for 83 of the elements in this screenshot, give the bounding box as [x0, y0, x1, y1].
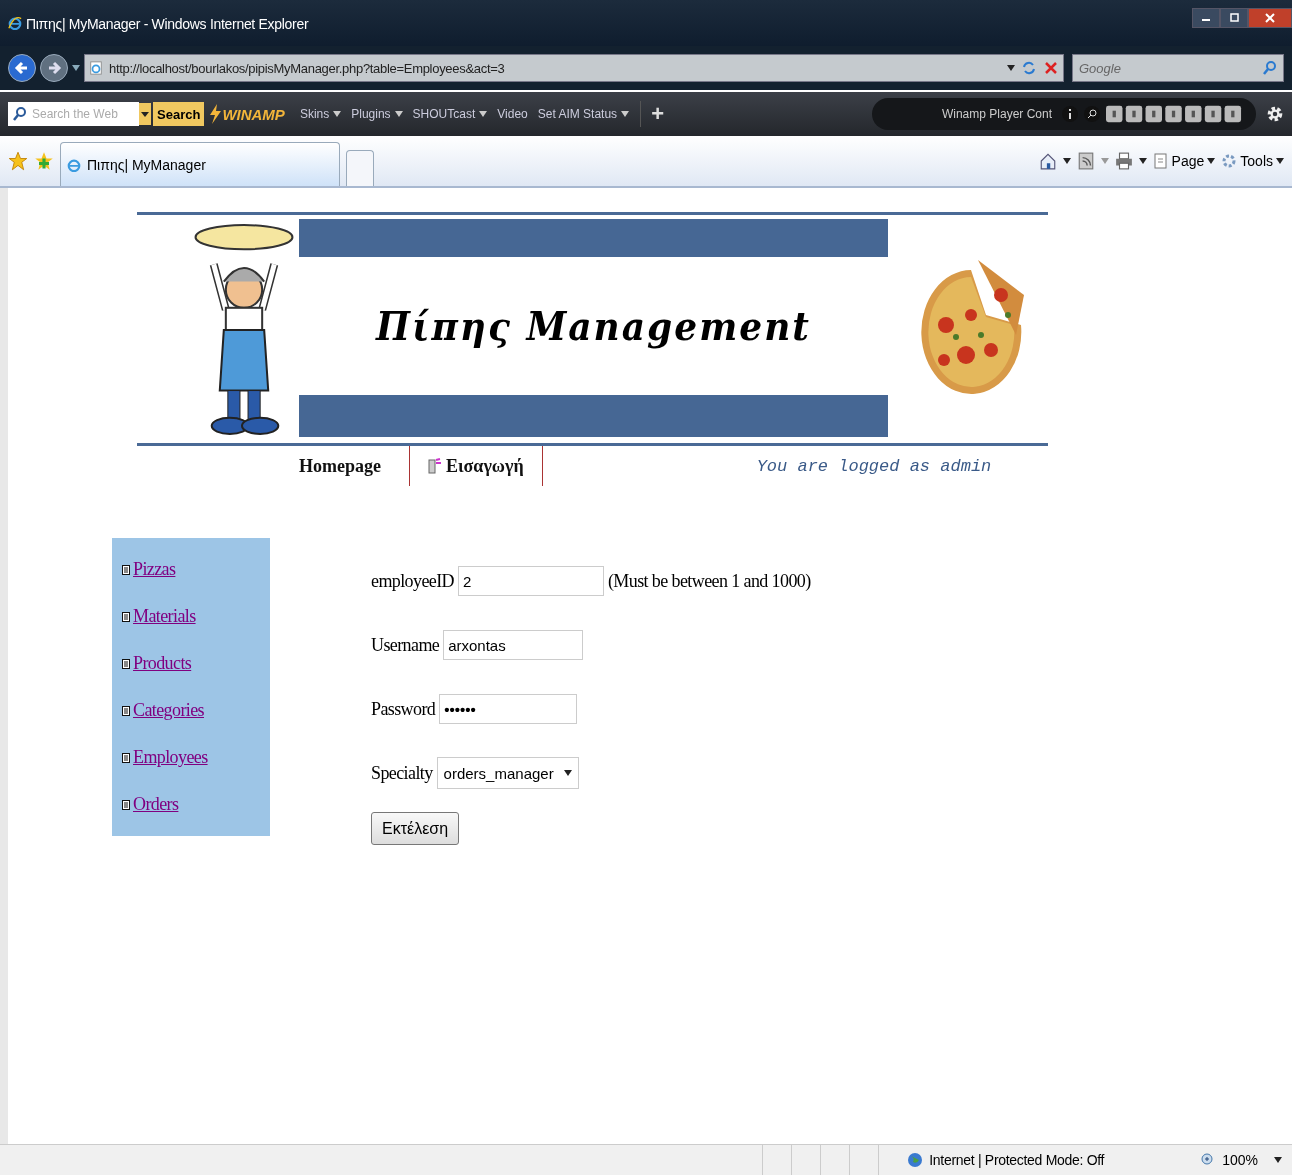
security-zone: Internet | Protected Mode: Off [929, 1152, 1105, 1168]
printer-icon[interactable] [1114, 152, 1133, 170]
window-title: Πιπης| MyManager - Windows Internet Explorer [26, 16, 309, 32]
search-field[interactable]: Google [1072, 54, 1284, 82]
toolbar-menu[interactable]: SHOUTcast [412, 107, 488, 121]
caret-icon[interactable] [72, 65, 80, 71]
submit-button[interactable]: Εκτέλεση [371, 812, 460, 845]
settings-icon[interactable] [1266, 105, 1284, 123]
login-status: You are logged as admin [756, 456, 992, 476]
field-label: Password [371, 698, 436, 720]
minimize-button[interactable] [1192, 8, 1220, 28]
caret-icon[interactable] [1062, 158, 1071, 164]
lightning-icon [208, 104, 223, 124]
sidebar-link[interactable]: Materials [133, 606, 196, 627]
field-hint: (Must be between 1 and 1000) [607, 570, 811, 592]
forward-button[interactable] [40, 54, 68, 82]
list-icon [122, 658, 130, 669]
refresh-icon[interactable] [1021, 60, 1037, 76]
search-button[interactable]: Search [153, 102, 205, 126]
zoom-level[interactable]: 100% [1222, 1152, 1258, 1168]
add-button[interactable]: + [640, 101, 674, 127]
sidebar-link[interactable]: Orders [133, 794, 179, 815]
player-label: Winamp Player Cont [941, 107, 1052, 121]
insert-icon [428, 458, 442, 474]
address-bar[interactable]: http://localhost/bourlakos/pipisMyManager.php?table=Employees&act=3 [84, 54, 1064, 82]
toolbar-menu[interactable]: Skins [299, 107, 342, 121]
ie-icon [67, 157, 81, 172]
command-menu[interactable]: Tools [1221, 153, 1284, 169]
home-icon[interactable] [1038, 152, 1057, 170]
page-title: Πίπης Management [374, 302, 812, 350]
feed-icon[interactable] [1076, 152, 1095, 170]
sidebar-link[interactable]: Products [133, 653, 192, 674]
winamp-logo[interactable]: WINAMP [222, 105, 285, 123]
favorites-star-icon[interactable] [8, 151, 28, 171]
caret-icon [479, 111, 488, 117]
web-search-field[interactable]: Search the Web [8, 102, 139, 126]
caret-icon [621, 111, 630, 117]
maximize-icon [1229, 13, 1239, 23]
close-icon [1265, 13, 1275, 23]
close-button[interactable] [1248, 8, 1292, 28]
add-favorite-icon[interactable] [34, 151, 54, 171]
toolbar-menu[interactable]: Plugins [351, 107, 403, 121]
list-icon [122, 752, 130, 763]
toolbar-menu[interactable]: Video [497, 107, 528, 121]
toolbar-menu[interactable]: Set AIM Status [537, 107, 630, 121]
search-icon[interactable] [12, 106, 28, 122]
sidebar-link[interactable]: Employees [133, 747, 208, 768]
list-icon [122, 564, 130, 575]
command-menu[interactable]: Page [1152, 153, 1216, 169]
list-icon [122, 705, 130, 716]
caret-icon [563, 770, 572, 776]
nav-link[interactable]: Εισαγωγή [410, 446, 543, 486]
search-icon[interactable] [1084, 106, 1100, 122]
caret-icon [333, 111, 342, 117]
nav-link[interactable]: Homepage [299, 446, 410, 486]
sidebar-link[interactable]: Categories [133, 700, 204, 721]
input-field[interactable]: 2 [457, 566, 604, 596]
caret-icon [394, 111, 403, 117]
list-icon [122, 799, 130, 810]
globe-icon [907, 1152, 924, 1168]
maximize-button[interactable] [1220, 8, 1248, 28]
page-icon [1152, 153, 1169, 169]
browser-tab[interactable]: Πιπης| MyManager [60, 142, 340, 186]
caret-icon[interactable] [1138, 158, 1147, 164]
field-label: Username [371, 634, 440, 656]
back-button[interactable] [8, 54, 36, 82]
dropdown-icon[interactable] [139, 102, 151, 126]
password-field[interactable]: •••••• [439, 694, 578, 724]
field-label: Specialty [371, 762, 433, 784]
url-text: http://localhost/bourlakos/pipisMyManager.php?table=Employees&act=3 [109, 60, 506, 76]
input-field[interactable]: arxontas [443, 630, 584, 660]
page-icon [89, 61, 103, 75]
sidebar-link[interactable]: Pizzas [133, 559, 176, 580]
dropdown-field[interactable]: orders_manager [436, 757, 579, 789]
caret-icon [1207, 158, 1216, 164]
field-label: employeeID [371, 570, 454, 592]
ie-icon [8, 16, 22, 30]
info-icon[interactable] [1062, 106, 1078, 122]
caret-icon [1276, 158, 1284, 164]
stop-icon[interactable] [1043, 60, 1059, 76]
dropdown-icon[interactable] [1007, 65, 1015, 71]
caret-icon[interactable] [1274, 1157, 1282, 1163]
list-icon [122, 611, 130, 622]
